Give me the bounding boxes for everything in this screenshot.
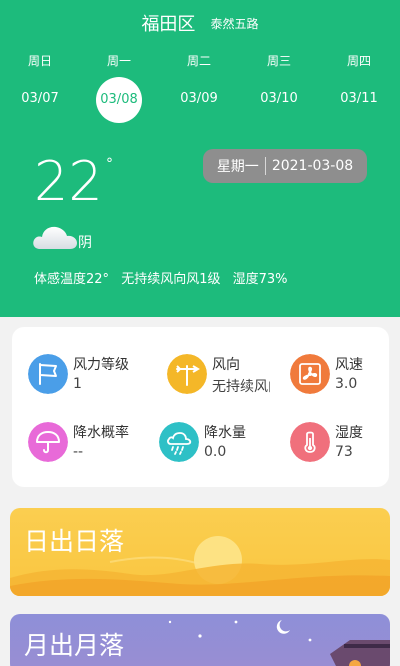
district-name: 福田区: [141, 14, 196, 35]
day-tab-mon[interactable]: 周一 03/08: [89, 52, 149, 123]
moonrise-moonset-title: 月出月落: [24, 631, 125, 660]
weather-condition: 阴: [78, 235, 92, 251]
detail-wind-speed: 风速 3.0: [290, 354, 400, 404]
day-date-selected: 03/08: [96, 77, 142, 123]
weather-header: 福田区 泰然五路 周日 03/07 周一 03/08 周二 03/09 周三 0…: [0, 0, 400, 317]
detail-humidity: 湿度 73: [290, 422, 400, 472]
thermometer-icon: [290, 422, 330, 462]
detail-value: 73: [335, 444, 353, 460]
pill-weekday: 星期一: [216, 159, 259, 175]
current-temperature: 22: [34, 150, 103, 213]
day-date: 03/11: [340, 91, 378, 106]
day-date: 03/09: [180, 91, 218, 106]
detail-wind-direction: 风向 无持续风向: [167, 354, 277, 404]
day-weekday: 周日: [27, 54, 52, 68]
feels-like: 体感温度22°: [34, 272, 110, 287]
detail-wind-level: 风力等级 1: [28, 354, 138, 404]
pill-date: 2021-03-08: [271, 158, 354, 174]
details-card: 风力等级 1 风向 无持续风向 风速 3.0 降水概率 --: [12, 327, 389, 487]
street-name: 泰然五路: [210, 16, 259, 31]
umbrella-icon: [28, 422, 68, 462]
detail-value: 0.0: [204, 444, 227, 460]
detail-value: --: [73, 444, 84, 460]
detail-label: 湿度: [335, 425, 363, 441]
fan-icon: [290, 354, 330, 394]
day-tab-sun[interactable]: 周日 03/07: [10, 52, 70, 112]
detail-label: 降水量: [204, 425, 246, 441]
detail-precip-amount: 降水量 0.0: [159, 422, 269, 472]
detail-value: 无持续风向: [212, 379, 270, 395]
pill-divider: [264, 157, 266, 175]
rain-cloud-icon: [159, 422, 199, 462]
detail-label: 风向: [212, 357, 240, 373]
day-weekday: 周三: [266, 54, 291, 68]
wind-vane-icon: [167, 354, 207, 394]
weather-summary: 体感温度22° 无持续风向风1级 湿度73%: [34, 268, 296, 287]
degree-symbol: °: [106, 156, 113, 172]
sunrise-sunset-title: 日出日落: [24, 527, 125, 556]
detail-label: 降水概率: [73, 425, 129, 441]
wind-flag-icon: [28, 354, 68, 394]
humidity-description: 湿度73%: [232, 272, 288, 287]
detail-value: 1: [73, 376, 82, 392]
cloud-icon: [33, 226, 77, 249]
wind-description: 无持续风向风1级: [121, 272, 221, 287]
detail-label: 风速: [335, 357, 363, 373]
day-weekday: 周一: [106, 54, 131, 68]
sunrise-sunset-banner[interactable]: 日出日落: [10, 508, 390, 596]
detail-label: 风力等级: [73, 357, 129, 373]
day-tab-wed[interactable]: 周三 03/10: [249, 52, 309, 112]
moonrise-moonset-banner[interactable]: 月出月落: [10, 614, 390, 666]
location[interactable]: 福田区 泰然五路: [0, 10, 400, 36]
date-strip: 周日 03/07 周一 03/08 周二 03/09 周三 03/10 周四 0…: [0, 52, 400, 123]
day-weekday: 周四: [346, 54, 371, 68]
day-tab-thu[interactable]: 周四 03/11: [329, 52, 389, 112]
day-date: 03/07: [21, 91, 59, 106]
detail-precip-probability: 降水概率 --: [28, 422, 138, 472]
day-date: 03/10: [260, 91, 298, 106]
detail-value: 3.0: [335, 376, 358, 392]
date-pill[interactable]: 星期一 2021-03-08: [203, 149, 367, 183]
day-weekday: 周二: [186, 54, 211, 68]
day-tab-tue[interactable]: 周二 03/09: [169, 52, 229, 112]
